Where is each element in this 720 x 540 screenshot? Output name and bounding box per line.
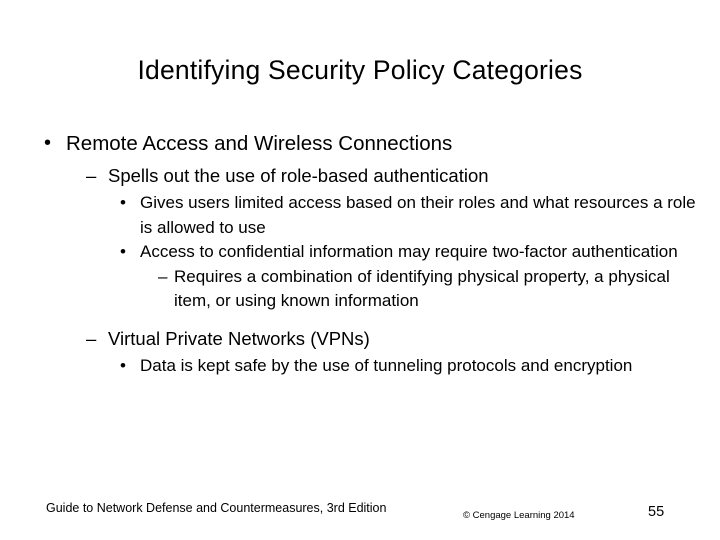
bullet-text: Spells out the use of role-based authent… (108, 165, 489, 186)
slide-body: • Remote Access and Wireless Connections… (36, 130, 696, 378)
bullet-level3-data-kept-safe: • Data is kept safe by the use of tunnel… (36, 354, 696, 379)
bullet-text: Data is kept safe by the use of tunnelin… (140, 355, 633, 375)
footer-copyright-text: © Cengage Learning 2014 (463, 510, 575, 521)
bullet-marker-dot: • (120, 242, 126, 261)
bullet-level3-access-confidential: • Access to confidential information may… (36, 240, 696, 265)
bullet-text: Remote Access and Wireless Connections (66, 132, 453, 155)
bullet-level4-requires-combination: – Requires a combination of identifying … (36, 265, 696, 314)
bullet-text: Access to confidential information may r… (140, 242, 678, 261)
footer-page-number: 55 (648, 504, 665, 520)
bullet-marker-dash: – (86, 165, 97, 186)
slide: Identifying Security Policy Categories •… (0, 0, 720, 540)
bullet-text: Requires a combination of identifying ph… (174, 266, 670, 311)
bullet-level1-remote-access: • Remote Access and Wireless Connections (36, 130, 696, 157)
bullet-text: Virtual Private Networks (VPNs) (108, 327, 370, 349)
bullet-level3-gives-users: • Gives users limited access based on th… (36, 191, 696, 240)
bullet-marker-dash: – (158, 266, 168, 286)
bullet-text: Gives users limited access based on thei… (140, 193, 696, 237)
bullet-level2-vpn: – Virtual Private Networks (VPNs) (36, 326, 696, 351)
bullet-marker-dot: • (120, 193, 126, 212)
bullet-marker-dash: – (86, 327, 97, 349)
bullet-marker-dot: • (44, 132, 52, 154)
bullet-level2-spells-out: – Spells out the use of role-based authe… (36, 163, 696, 188)
footer-source-text: Guide to Network Defense and Countermeas… (46, 501, 387, 515)
page-title: Identifying Security Policy Categories (137, 55, 583, 85)
bullet-marker-dot: • (120, 355, 126, 375)
